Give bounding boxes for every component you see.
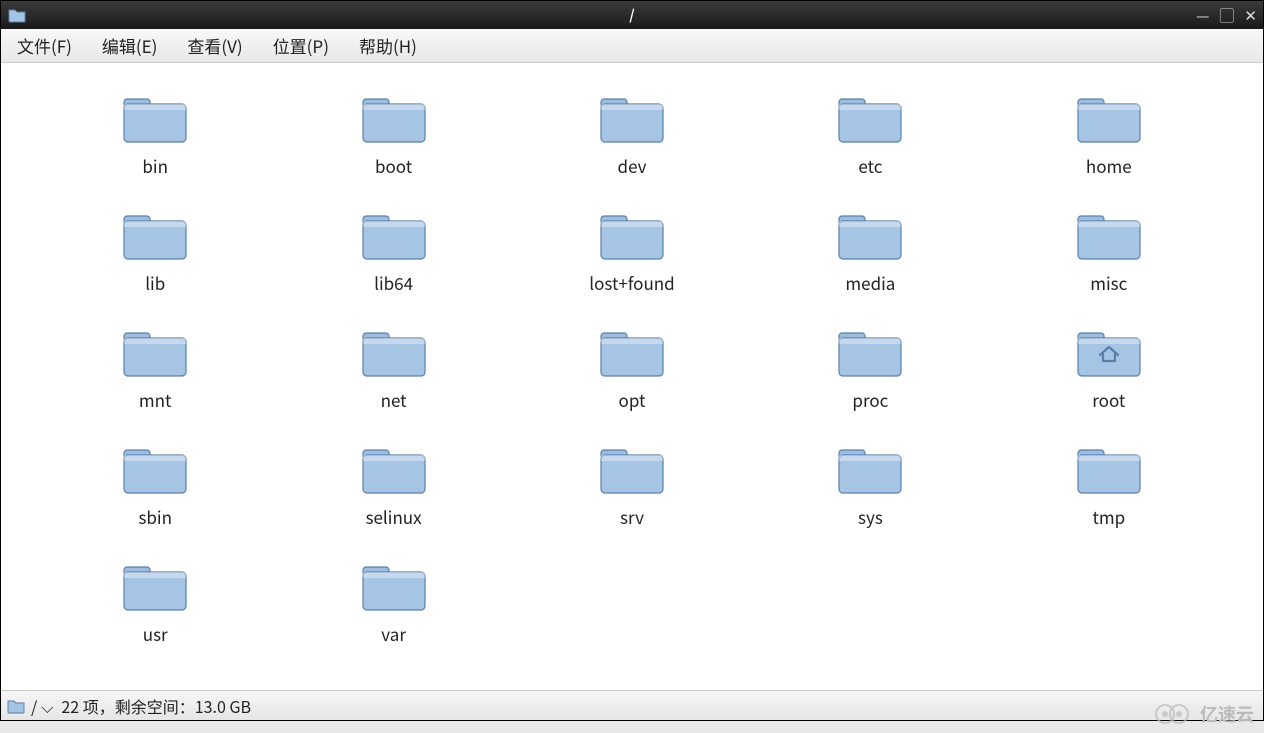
folder-label: sbin — [138, 504, 172, 529]
folder-proc[interactable]: proc — [756, 317, 984, 416]
folder-icon — [120, 321, 190, 381]
folder-etc[interactable]: etc — [756, 83, 984, 182]
status-text: 22 项，剩余空间：13.0 GB — [61, 694, 251, 718]
folder-label: opt — [619, 387, 646, 412]
folder-icon — [835, 87, 905, 147]
menu-file[interactable]: 文件(F) — [11, 31, 78, 60]
folder-icon — [120, 204, 190, 264]
folder-icon — [359, 87, 429, 147]
folder-icon — [597, 321, 667, 381]
folder-dev[interactable]: dev — [518, 83, 746, 182]
folder-label: net — [381, 387, 407, 412]
folder-label: lib64 — [374, 270, 413, 295]
folder-icon — [835, 438, 905, 498]
watermark-logo-icon — [1154, 703, 1194, 725]
folder-icon — [1074, 321, 1144, 381]
status-path[interactable]: / — [31, 694, 37, 718]
folder-label: dev — [618, 153, 647, 178]
folder-icon — [120, 555, 190, 615]
folder-label: var — [381, 621, 406, 646]
folder-icon — [597, 87, 667, 147]
folder-usr[interactable]: usr — [41, 551, 269, 650]
menu-place[interactable]: 位置(P) — [267, 31, 335, 60]
folder-label: lost+found — [589, 270, 674, 295]
folder-icon — [835, 204, 905, 264]
folder-label: etc — [858, 153, 882, 178]
folder-srv[interactable]: srv — [518, 434, 746, 533]
folder-sbin[interactable]: sbin — [41, 434, 269, 533]
folder-opt[interactable]: opt — [518, 317, 746, 416]
menu-view[interactable]: 查看(V) — [181, 31, 248, 60]
folder-lib[interactable]: lib — [41, 200, 269, 299]
folder-icon — [1074, 438, 1144, 498]
watermark-text: 亿速云 — [1200, 701, 1254, 727]
folder-label: bin — [142, 153, 168, 178]
folder-media[interactable]: media — [756, 200, 984, 299]
folder-boot[interactable]: boot — [279, 83, 507, 182]
folder-label: sys — [858, 504, 883, 529]
folder-icon — [597, 204, 667, 264]
folder-label: root — [1092, 387, 1125, 412]
folder-misc[interactable]: misc — [995, 200, 1223, 299]
folder-bin[interactable]: bin — [41, 83, 269, 182]
folder-label: usr — [143, 621, 168, 646]
statusbar: / ⌵ 22 项，剩余空间：13.0 GB — [1, 690, 1263, 720]
window-title: / — [1, 5, 1263, 25]
status-folder-icon[interactable] — [5, 695, 27, 717]
folder-lib64[interactable]: lib64 — [279, 200, 507, 299]
status-dropdown-icon[interactable]: ⌵ — [41, 694, 53, 718]
folder-label: tmp — [1092, 504, 1125, 529]
file-manager-window: / — ▢ ✕ 文件(F) 编辑(E) 查看(V) 位置(P) 帮助(H) bi… — [0, 0, 1264, 721]
titlebar-folder-icon — [7, 5, 27, 25]
folder-icon — [835, 321, 905, 381]
folder-label: srv — [620, 504, 644, 529]
folder-lost-found[interactable]: lost+found — [518, 200, 746, 299]
folder-icon — [597, 438, 667, 498]
content-area[interactable]: bin boot dev etc home lib lib64 lost+found media… — [1, 63, 1263, 690]
folder-icon — [1074, 87, 1144, 147]
folder-label: lib — [145, 270, 165, 295]
folder-label: media — [845, 270, 895, 295]
menu-help[interactable]: 帮助(H) — [353, 31, 423, 60]
folder-home[interactable]: home — [995, 83, 1223, 182]
folder-label: proc — [852, 387, 888, 412]
folder-icon — [359, 438, 429, 498]
folder-icon — [120, 87, 190, 147]
folder-root[interactable]: root — [995, 317, 1223, 416]
titlebar[interactable]: / — ▢ ✕ — [1, 1, 1263, 29]
folder-tmp[interactable]: tmp — [995, 434, 1223, 533]
folder-icon — [359, 321, 429, 381]
watermark: 亿速云 — [1154, 701, 1254, 727]
folder-label: boot — [375, 153, 412, 178]
folder-label: misc — [1090, 270, 1127, 295]
folder-label: home — [1086, 153, 1132, 178]
folder-grid: bin boot dev etc home lib lib64 lost+found media… — [1, 63, 1263, 660]
close-button[interactable]: ✕ — [1244, 5, 1257, 26]
folder-label: mnt — [139, 387, 172, 412]
minimize-button[interactable]: — — [1196, 5, 1209, 26]
folder-icon — [359, 555, 429, 615]
folder-sys[interactable]: sys — [756, 434, 984, 533]
menu-edit[interactable]: 编辑(E) — [96, 31, 164, 60]
window-controls: — ▢ ✕ — [1196, 5, 1257, 26]
menubar: 文件(F) 编辑(E) 查看(V) 位置(P) 帮助(H) — [1, 29, 1263, 63]
folder-selinux[interactable]: selinux — [279, 434, 507, 533]
folder-icon — [120, 438, 190, 498]
folder-icon — [1074, 204, 1144, 264]
folder-mnt[interactable]: mnt — [41, 317, 269, 416]
folder-label: selinux — [366, 504, 422, 529]
folder-icon — [359, 204, 429, 264]
folder-net[interactable]: net — [279, 317, 507, 416]
maximize-button[interactable]: ▢ — [1219, 5, 1234, 26]
folder-var[interactable]: var — [279, 551, 507, 650]
